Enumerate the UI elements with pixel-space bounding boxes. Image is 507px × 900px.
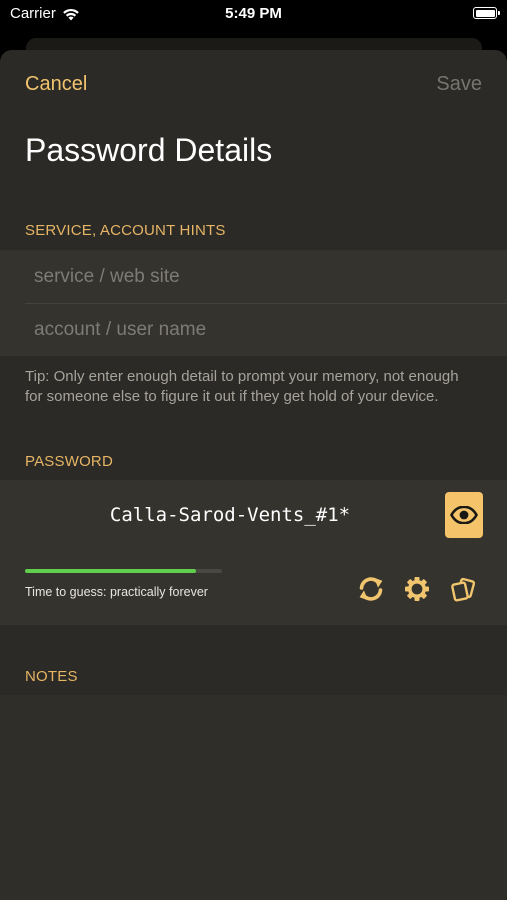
hints-section-header: SERVICE, ACCOUNT HINTS (25, 222, 226, 239)
cancel-button[interactable]: Cancel (25, 73, 87, 96)
notes-section-header: NOTES (25, 668, 78, 685)
copy-button[interactable] (449, 574, 479, 604)
password-section-header: PASSWORD (25, 453, 113, 470)
generator-settings-button[interactable] (402, 574, 432, 604)
service-field (25, 251, 507, 303)
battery-icon (473, 7, 500, 19)
save-button[interactable]: Save (436, 73, 482, 96)
status-time: 5:49 PM (225, 5, 282, 22)
battery-fill (475, 9, 495, 17)
eye-icon (450, 506, 478, 524)
account-input[interactable] (25, 319, 507, 341)
reveal-password-button[interactable] (445, 492, 483, 538)
page-title: Password Details (25, 132, 273, 168)
regenerate-button[interactable] (356, 574, 386, 604)
time-to-guess-text: Time to guess: practically forever (25, 585, 208, 599)
password-details-sheet: Cancel Save Password Details SERVICE, AC… (0, 50, 507, 900)
tip-text: Tip: Only enter enough detail to prompt … (25, 368, 459, 405)
strength-meter-fill (25, 569, 197, 573)
service-input[interactable] (25, 266, 507, 288)
refresh-icon (359, 577, 383, 601)
copy-icon (451, 577, 476, 602)
gear-icon (405, 577, 429, 601)
hints-group (0, 250, 507, 356)
status-bar: Carrier 5:49 PM (0, 0, 507, 30)
password-value[interactable]: Calla-Sarod-Vents_#1* (0, 504, 460, 526)
screen: Carrier 5:49 PM Cancel Save Password Det… (0, 0, 507, 900)
strength-meter (25, 569, 222, 573)
notes-area[interactable] (0, 695, 507, 900)
account-field (25, 304, 507, 356)
